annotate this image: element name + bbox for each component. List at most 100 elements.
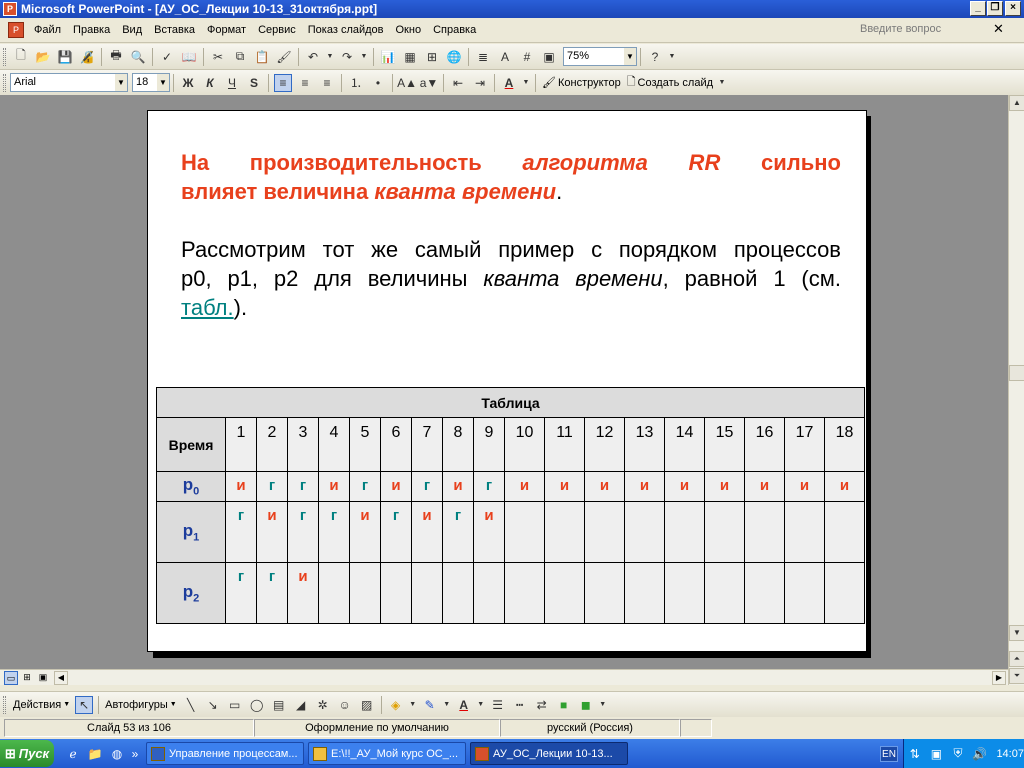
tables-borders-icon[interactable]: ⊞ [423,48,441,66]
slide-heading-line2[interactable]: влияет величина кванта времени. [181,177,841,206]
slide-sorter-icon[interactable]: ⊞ [20,671,34,685]
menu-slideshow[interactable]: Показ слайдов [302,24,390,36]
previous-slide-icon[interactable]: ⏶ [1009,651,1024,667]
display-icon[interactable]: ▣ [928,745,946,763]
open-icon[interactable]: 📂 [34,48,52,66]
slideshow-view-icon[interactable]: ▣ [36,671,50,685]
autoshapes-menu[interactable]: Автофигуры ▼ [102,699,180,711]
menu-format[interactable]: Формат [201,24,252,36]
picture-icon[interactable]: ▨ [358,696,376,714]
help-icon[interactable]: ? [646,48,664,66]
slide-body-line3[interactable]: табл.). [181,293,841,322]
menu-tools[interactable]: Сервис [252,24,302,36]
diagram-icon[interactable]: ✲ [314,696,332,714]
schedule-table[interactable]: Таблица Время 1 2 3 4 5 6 7 8 9 10 11 12 13 14 15 16 17 1… [156,387,865,624]
color-grayscale-icon[interactable]: ▣ [540,48,558,66]
bullets-icon[interactable]: • [369,74,387,92]
toolbar-options-icon[interactable]: ▼ [599,696,607,714]
language-indicator[interactable]: EN [880,746,898,762]
chevron-down-icon[interactable]: ▼ [522,74,530,92]
menu-help[interactable]: Справка [427,24,482,36]
copy-icon[interactable]: ⧉ [231,48,249,66]
undo-icon[interactable]: ↶ [304,48,322,66]
research-icon[interactable]: 📖 [180,48,198,66]
toolbar-options-icon[interactable]: ▼ [718,74,726,92]
align-center-icon[interactable]: ≡ [296,74,314,92]
arrow-style-icon[interactable]: ⇄ [533,696,551,714]
taskbar-item-powerpoint[interactable]: АУ_ОС_Лекции 10-13... [470,742,628,765]
underline-icon[interactable]: Ч [223,74,241,92]
explorer-icon[interactable]: 📁 [86,745,104,763]
network-icon[interactable]: ⇅ [906,745,924,763]
toolbar-grip[interactable] [3,73,6,92]
print-icon[interactable]: 🖶 [107,48,125,66]
format-painter-icon[interactable]: 🖌 [275,48,293,66]
chevron-down-icon[interactable]: ▼ [115,74,127,91]
align-left-icon[interactable]: ≡ [274,73,292,92]
scroll-thumb[interactable] [1009,365,1024,381]
wordart-icon[interactable]: ◢ [292,696,310,714]
volume-icon[interactable]: 🔊 [971,745,989,763]
taskbar-item-explorer[interactable]: E:\!!_АУ_Мой курс ОС_... [308,742,466,765]
decrease-indent-icon[interactable]: ⇤ [449,74,467,92]
menu-window[interactable]: Окно [390,24,428,36]
toolbar-grip[interactable] [3,47,6,66]
table-hyperlink[interactable]: табл. [181,295,234,320]
insert-table-icon[interactable]: ▦ [401,48,419,66]
scroll-down-icon[interactable]: ▼ [1009,625,1024,641]
chevron-down-icon[interactable]: ▼ [477,696,485,714]
spelling-icon[interactable]: ✓ [158,48,176,66]
line-style-icon[interactable]: ☰ [489,696,507,714]
select-pointer-icon[interactable]: ↖ [75,695,94,714]
toolbar-grip[interactable] [3,695,6,714]
actions-menu[interactable]: Действия ▼ [10,699,73,711]
slide-body-line2[interactable]: p0, p1, p2 для величины кванта времени, … [181,264,841,293]
show-grid-icon[interactable]: # [518,48,536,66]
line-color-icon[interactable]: ✎ [421,696,439,714]
fill-color-icon[interactable]: ◈ [387,696,405,714]
undo-dropdown-icon[interactable]: ▼ [326,48,334,66]
next-slide-icon[interactable]: ⏷ [1009,668,1024,684]
close-button[interactable]: × [1005,1,1021,16]
designer-button[interactable]: 🖌 Конструктор [539,76,624,90]
slide-heading-line1[interactable]: На производительность алгоритма RR сильн… [181,148,841,177]
browser-icon[interactable]: ◍ [108,745,126,763]
rectangle-icon[interactable]: ▭ [226,696,244,714]
numbering-icon[interactable]: ⒈ [347,74,365,92]
ie-icon[interactable]: ℯ [64,745,82,763]
menu-edit[interactable]: Правка [67,24,116,36]
decrease-font-icon[interactable]: a▼ [420,74,439,92]
scroll-right-icon[interactable]: ▶ [992,671,1006,685]
chevron-down-icon[interactable]: ▼ [624,48,636,65]
chevron-down-icon[interactable]: ▼ [157,74,169,91]
redo-icon[interactable]: ↷ [338,48,356,66]
paste-icon[interactable]: 📋 [253,48,271,66]
minimize-button[interactable]: _ [970,1,986,16]
slide[interactable]: На производительность алгоритма RR сильн… [147,110,867,652]
bold-icon[interactable]: Ж [179,74,197,92]
hyperlink-icon[interactable]: 🌐 [445,48,463,66]
cut-icon[interactable]: ✂ [209,48,227,66]
font-color-icon[interactable]: A [455,696,473,714]
document-icon[interactable]: P [8,22,24,38]
menu-file[interactable]: Файл [28,24,67,36]
redo-dropdown-icon[interactable]: ▼ [360,48,368,66]
3d-style-icon[interactable]: ◼ [577,696,595,714]
security-icon[interactable]: ⛨ [949,745,967,763]
chevron-down-icon[interactable]: ▼ [443,696,451,714]
clipart-icon[interactable]: ☺ [336,696,354,714]
italic-icon[interactable]: К [201,74,219,92]
quicklaunch-more-icon[interactable]: » [130,745,140,763]
new-icon[interactable]: 🗋 [12,48,30,66]
show-formatting-icon[interactable]: A [496,48,514,66]
increase-font-icon[interactable]: A▲ [397,74,417,92]
align-right-icon[interactable]: ≡ [318,74,336,92]
print-preview-icon[interactable]: 🔍 [129,48,147,66]
oval-icon[interactable]: ◯ [248,696,266,714]
horizontal-scrollbar[interactable]: ▭ ⊞ ▣ ◀ ▶ [0,669,1008,685]
textbox-icon[interactable]: ▤ [270,696,288,714]
shadow-style-icon[interactable]: ■ [555,696,573,714]
expand-all-icon[interactable]: ≣ [474,48,492,66]
permission-icon[interactable]: 🔏 [78,48,96,66]
font-combo[interactable]: Arial ▼ [10,73,128,92]
